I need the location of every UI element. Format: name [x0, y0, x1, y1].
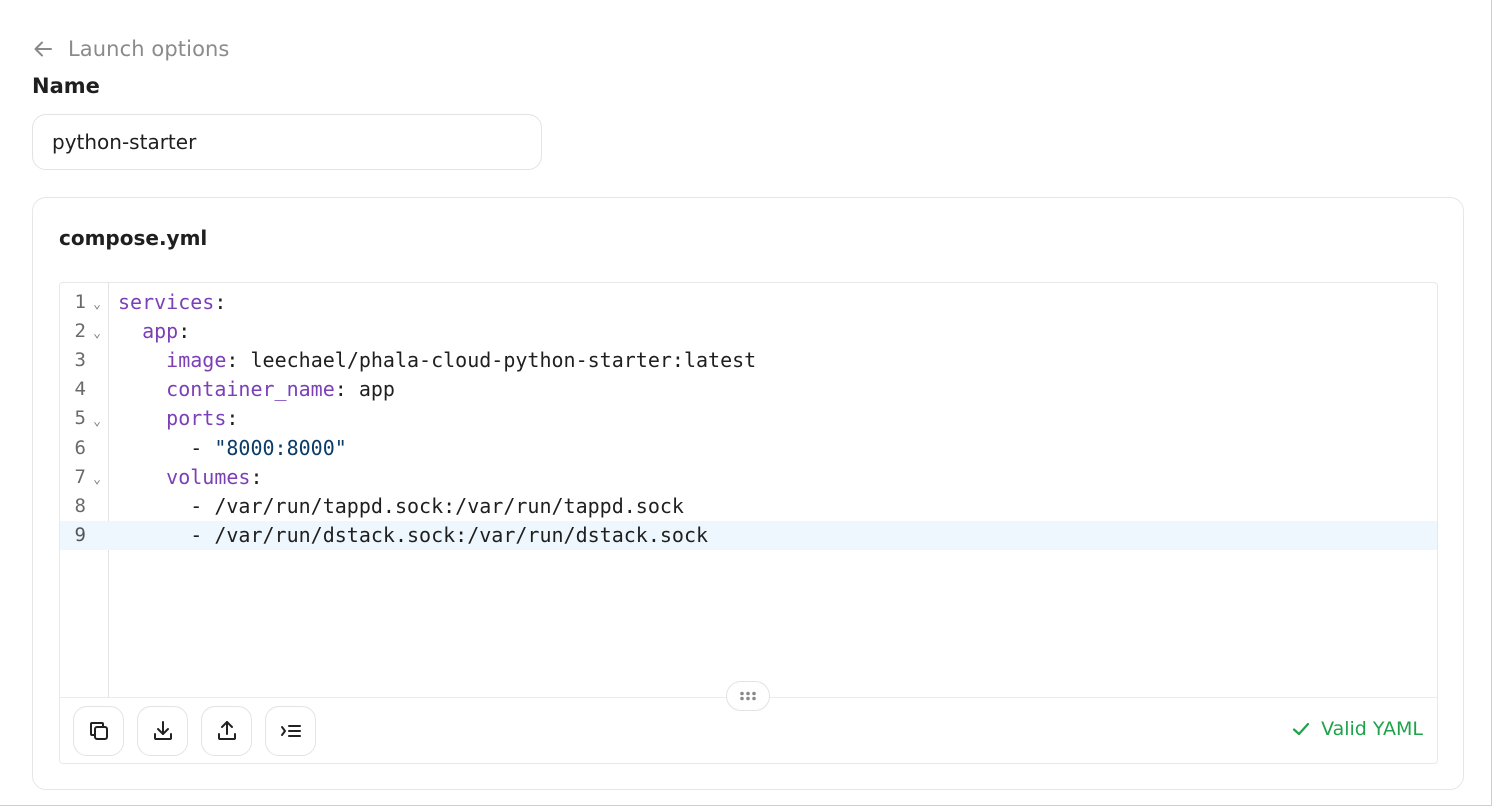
yaml-separator: :: [226, 406, 239, 431]
editor-footer: Valid YAML: [60, 681, 1437, 763]
yaml-key: container_name: [166, 377, 335, 402]
code-line[interactable]: 3 image: leechael/phala-cloud-python-sta…: [60, 345, 1437, 374]
yaml-separator: -: [190, 493, 215, 518]
name-input[interactable]: [32, 114, 542, 170]
yaml-separator: :: [178, 318, 191, 343]
code-line[interactable]: 6 - "8000:8000": [60, 433, 1437, 462]
yaml-value: /var/run/tappd.sock:/var/run/tappd.sock: [214, 493, 684, 518]
validation-status: Valid YAML: [1291, 718, 1423, 740]
code-text: - /var/run/tappd.sock:/var/run/tappd.soc…: [108, 494, 684, 518]
code-text: - /var/run/dstack.sock:/var/run/dstack.s…: [108, 523, 708, 547]
yaml-key: services: [118, 289, 215, 314]
line-number: 4: [74, 378, 86, 401]
upload-icon: [217, 721, 236, 740]
line-number: 2: [74, 319, 86, 342]
line-number: 1: [74, 290, 86, 313]
back-link[interactable]: Launch options: [32, 33, 229, 65]
code-line[interactable]: 2 ⌄ app:: [60, 316, 1437, 345]
code-text: volumes:: [108, 464, 263, 489]
code-line[interactable]: 5 ⌄ ports:: [60, 404, 1437, 433]
format-indent-icon: [280, 725, 301, 737]
yaml-value: app: [358, 377, 395, 402]
name-field-label: Name: [32, 74, 100, 98]
code-lines[interactable]: 1 ⌄ services: 2 ⌄ app: 3 image: leechael/phal…: [60, 287, 1437, 550]
yaml-key: volumes: [166, 464, 251, 489]
download-button[interactable]: [137, 706, 188, 756]
launch-options-page: Launch options Name compose.yml 1⌄servic…: [0, 0, 1492, 806]
line-number: 6: [74, 436, 86, 459]
line-number: 7: [74, 465, 86, 488]
yaml-separator: :: [334, 377, 359, 402]
yaml-key: ports: [166, 406, 227, 431]
fold-chevron-icon[interactable]: ⌄: [86, 320, 108, 341]
yaml-key: image: [166, 347, 227, 372]
yaml-value: "8000:8000": [214, 435, 347, 460]
code-line[interactable]: 8 - /var/run/tappd.sock:/var/run/tappd.s…: [60, 491, 1437, 520]
code-line[interactable]: 7 ⌄ volumes:: [60, 462, 1437, 491]
code-text: ports:: [108, 406, 238, 430]
yaml-key: app: [142, 318, 179, 343]
code-line[interactable]: 9 - /var/run/dstack.sock:/var/run/dstack…: [60, 520, 1437, 550]
code-text: services:: [108, 290, 226, 314]
format-button[interactable]: [265, 706, 316, 756]
fold-chevron-icon[interactable]: ⌄: [86, 408, 108, 429]
code-line[interactable]: 4 container_name: app: [60, 375, 1437, 404]
check-icon: [1292, 722, 1310, 736]
compose-card: compose.yml 1 ⌄ services: 2 ⌄ app: 3 image: l…: [32, 197, 1464, 790]
yaml-separator: -: [190, 435, 215, 460]
compose-file-title: compose.yml: [59, 226, 208, 250]
code-editor[interactable]: 1 ⌄ services: 2 ⌄ app: 3 image: leechael/phal…: [59, 282, 1438, 764]
fold-chevron-icon[interactable]: ⌄: [86, 291, 108, 312]
line-number: 3: [74, 348, 86, 371]
yaml-value: /var/run/dstack.sock:/var/run/dstack.soc…: [214, 523, 709, 548]
fold-chevron-icon[interactable]: ⌄: [86, 466, 108, 487]
line-number: 9: [74, 524, 86, 547]
code-text: container_name: app: [108, 377, 395, 401]
back-link-label: Launch options: [68, 37, 230, 61]
code-text: - "8000:8000": [108, 436, 347, 460]
code-text: image: leechael/phala-cloud-python-start…: [108, 348, 756, 372]
copy-icon: [89, 722, 108, 740]
drag-dots-icon: [740, 691, 756, 701]
validation-status-text: Valid YAML: [1321, 718, 1423, 740]
line-number: 5: [74, 407, 86, 430]
yaml-separator: :: [214, 289, 227, 314]
code-text: app:: [108, 319, 190, 343]
download-icon: [153, 721, 172, 740]
arrow-left-icon: [32, 38, 54, 60]
resize-handle[interactable]: [726, 681, 770, 711]
code-line[interactable]: 1 ⌄ services:: [60, 287, 1437, 316]
copy-button[interactable]: [73, 706, 124, 756]
line-number: 8: [74, 494, 86, 517]
yaml-separator: :: [250, 464, 263, 489]
yaml-separator: :: [226, 347, 251, 372]
yaml-separator: -: [190, 523, 215, 548]
upload-button[interactable]: [201, 706, 252, 756]
yaml-value: leechael/phala-cloud-python-starter:late…: [250, 347, 757, 372]
